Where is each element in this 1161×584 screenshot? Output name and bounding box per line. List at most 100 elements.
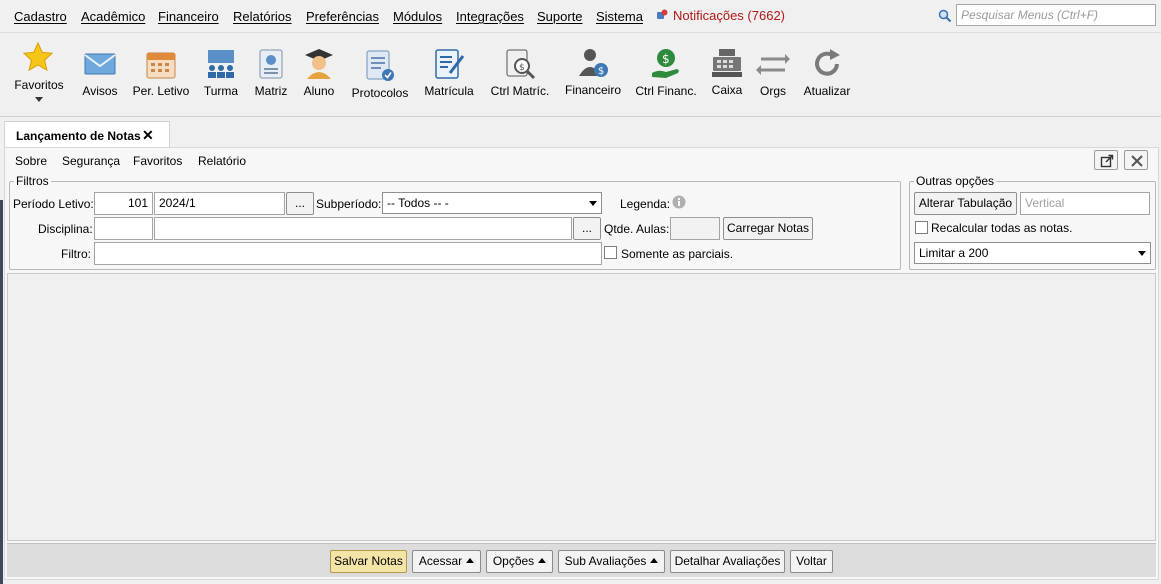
menu-modulos[interactable]: Módulos bbox=[393, 9, 442, 24]
legenda-label: Legenda: bbox=[620, 197, 671, 211]
disciplina-browse-button[interactable]: ... bbox=[573, 217, 601, 240]
per-letivo-button[interactable]: Per. Letivo bbox=[130, 33, 192, 117]
periodo-value-field[interactable]: 2024/1 bbox=[154, 192, 285, 215]
atualizar-button[interactable]: Atualizar bbox=[800, 33, 854, 117]
enrollment-icon bbox=[435, 49, 465, 79]
ctrl-matric-button[interactable]: $ Ctrl Matríc. bbox=[486, 33, 554, 117]
ctrl-matric-label: Ctrl Matríc. bbox=[490, 84, 550, 98]
recalcular-checkbox[interactable] bbox=[915, 221, 928, 234]
close-icon bbox=[1131, 155, 1143, 167]
menu-preferencias[interactable]: Preferências bbox=[306, 9, 379, 24]
menu-academico[interactable]: Acadêmico bbox=[81, 9, 145, 24]
disciplina-label: Disciplina: bbox=[38, 222, 93, 236]
avisos-label: Avisos bbox=[82, 84, 118, 98]
money-hand-icon: $ bbox=[652, 49, 679, 78]
matricula-label: Matrícula bbox=[424, 84, 474, 98]
favoritos-label: Favoritos bbox=[14, 78, 64, 92]
notifications-link[interactable]: Notificações (7662) bbox=[656, 8, 785, 23]
submenu-seguranca[interactable]: Segurança bbox=[62, 154, 120, 168]
tab-title: Lançamento de Notas bbox=[16, 129, 141, 143]
refresh-icon bbox=[815, 49, 840, 76]
financeiro-label: Financeiro bbox=[564, 83, 622, 97]
limitar-select[interactable]: Limitar a 200 bbox=[914, 242, 1151, 264]
avisos-button[interactable]: Avisos bbox=[78, 33, 122, 117]
chevron-down-icon bbox=[589, 201, 597, 206]
menu-cadastro[interactable]: Cadastro bbox=[14, 9, 67, 24]
filtro-field[interactable] bbox=[94, 242, 602, 265]
svg-text:$: $ bbox=[519, 63, 525, 73]
detalhar-avaliacoes-button[interactable]: Detalhar Avaliações bbox=[670, 550, 785, 573]
carregar-notas-button[interactable]: Carregar Notas bbox=[723, 217, 813, 240]
menu-sistema[interactable]: Sistema bbox=[596, 9, 643, 24]
menu-suporte[interactable]: Suporte bbox=[537, 9, 583, 24]
sub-avaliacoes-button[interactable]: Sub Avaliações bbox=[558, 550, 665, 573]
subperiodo-selected: -- Todos -- - bbox=[387, 196, 449, 210]
enrollment-control-icon: $ bbox=[506, 49, 536, 80]
periodo-letivo-label: Período Letivo: bbox=[13, 197, 94, 211]
voltar-button[interactable]: Voltar bbox=[790, 550, 833, 573]
orgs-button[interactable]: Orgs bbox=[754, 33, 792, 117]
menu-financeiro[interactable]: Financeiro bbox=[158, 9, 219, 24]
salvar-notas-button[interactable]: Salvar Notas bbox=[330, 550, 407, 573]
turma-button[interactable]: Turma bbox=[200, 33, 242, 117]
calendar-icon bbox=[146, 52, 176, 79]
outras-opcoes-group: Outras opções Alterar Tabulação Vertical… bbox=[909, 174, 1156, 270]
popout-button[interactable] bbox=[1094, 150, 1118, 170]
close-icon[interactable]: ✕ bbox=[142, 127, 154, 144]
filtro-label: Filtro: bbox=[61, 247, 91, 261]
somente-parciais-checkbox[interactable] bbox=[604, 246, 617, 259]
external-link-icon bbox=[1100, 154, 1114, 168]
periodo-browse-button[interactable]: ... bbox=[286, 192, 314, 215]
ctrl-financ-button[interactable]: $ Ctrl Financ. bbox=[632, 33, 700, 117]
tab-lancamento-de-notas[interactable]: Lançamento de Notas ✕ bbox=[4, 121, 170, 148]
menu-relatorios[interactable]: Relatórios bbox=[233, 9, 292, 24]
notas-grid-area[interactable] bbox=[7, 273, 1156, 541]
acessar-button[interactable]: Acessar bbox=[412, 550, 481, 573]
matriz-button[interactable]: Matriz bbox=[250, 33, 292, 117]
search-icon bbox=[938, 9, 952, 23]
protocolos-label: Protocolos bbox=[351, 86, 409, 100]
info-icon[interactable] bbox=[672, 195, 686, 209]
ctrl-financ-label: Ctrl Financ. bbox=[635, 84, 697, 98]
per-letivo-label: Per. Letivo bbox=[132, 84, 190, 98]
cash-register-icon bbox=[712, 49, 742, 77]
qtde-aulas-field bbox=[670, 217, 720, 240]
filtros-legend: Filtros bbox=[14, 174, 51, 188]
subperiodo-label: Subperíodo: bbox=[316, 197, 382, 211]
opcoes-button[interactable]: Opções bbox=[486, 550, 553, 573]
disciplina-name-field[interactable] bbox=[154, 217, 572, 240]
finance-person-icon: $ bbox=[579, 49, 608, 77]
close-panel-button[interactable] bbox=[1124, 150, 1148, 170]
favoritos-button[interactable]: Favoritos bbox=[8, 33, 70, 117]
caixa-button[interactable]: Caixa bbox=[706, 33, 748, 117]
search-menus-input[interactable] bbox=[956, 4, 1156, 26]
matricula-button[interactable]: Matrícula bbox=[420, 33, 478, 117]
outras-opcoes-legend: Outras opções bbox=[914, 174, 997, 188]
periodo-code-field[interactable]: 101 bbox=[94, 192, 153, 215]
atualizar-label: Atualizar bbox=[803, 84, 851, 98]
turma-label: Turma bbox=[203, 84, 239, 98]
sub-avaliacoes-label: Sub Avaliações bbox=[564, 554, 647, 568]
menu-bar: Cadastro Acadêmico Financeiro Relatórios… bbox=[0, 0, 1161, 32]
bottom-action-bar: Salvar Notas Acessar Opções Sub Avaliaçõ… bbox=[7, 543, 1156, 577]
protocol-document-icon bbox=[366, 50, 394, 81]
chevron-down-icon bbox=[1138, 251, 1146, 256]
menu-integracoes[interactable]: Integrações bbox=[456, 9, 524, 24]
lancamento-notas-panel: Sobre Segurança Favoritos Relatório Filt… bbox=[4, 147, 1159, 580]
curriculum-icon bbox=[259, 49, 283, 79]
financeiro-button[interactable]: $ Financeiro bbox=[562, 33, 624, 117]
submenu-relatorio[interactable]: Relatório bbox=[198, 154, 246, 168]
opcoes-label: Opções bbox=[492, 554, 535, 568]
subperiodo-select[interactable]: -- Todos -- - bbox=[382, 192, 602, 214]
aluno-button[interactable]: Aluno bbox=[298, 33, 340, 117]
submenu-favoritos[interactable]: Favoritos bbox=[133, 154, 182, 168]
orgs-label: Orgs bbox=[759, 84, 786, 98]
notification-icon bbox=[657, 9, 668, 19]
disciplina-code-field[interactable] bbox=[94, 217, 153, 240]
qtde-aulas-label: Qtde. Aulas: bbox=[604, 222, 670, 236]
submenu-sobre[interactable]: Sobre bbox=[15, 154, 47, 168]
protocolos-button[interactable]: Protocolos bbox=[348, 33, 412, 117]
notifications-label: Notificações (7662) bbox=[673, 8, 785, 23]
somente-parciais-label: Somente as parciais. bbox=[621, 247, 734, 261]
alterar-tabulacao-button[interactable]: Alterar Tabulação bbox=[914, 192, 1017, 215]
